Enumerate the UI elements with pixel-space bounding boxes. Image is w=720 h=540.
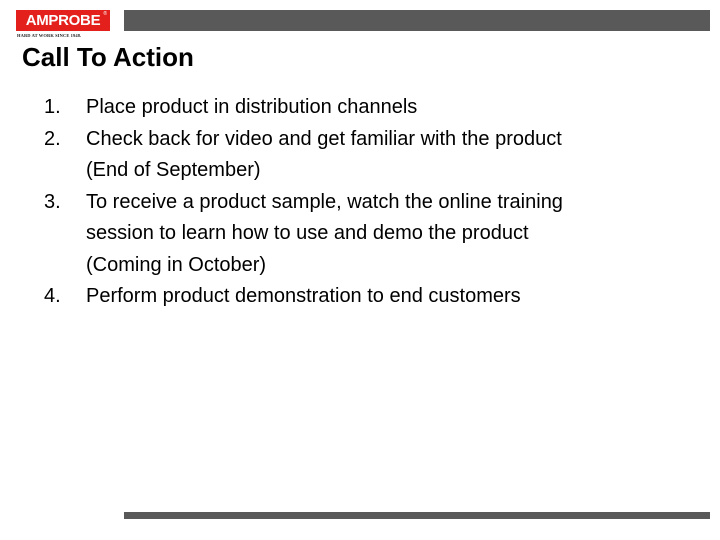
item-text: (End of September) [86,159,261,181]
list-item: 2. Check back for video and get familiar… [44,124,684,187]
item-number: 2. [44,127,61,150]
header-bar [124,10,710,31]
list-item: 1. Place product in distribution channel… [44,92,684,124]
list-item: 4. Perform product demonstration to end … [44,281,684,313]
footer-bar [124,512,710,519]
logo-tagline: HARD AT WORK SINCE 1948. [17,33,82,38]
registered-mark: ® [103,11,107,17]
logo-brand-text: AMPROBE [25,12,101,29]
item-number: 3. [44,190,61,213]
amprobe-logo: AMPROBE ® [16,10,110,31]
list-item: 3. To receive a product sample, watch th… [44,187,684,282]
item-text: (Coming in October) [86,253,267,276]
item-text: Perform product demonstration to end cus… [86,285,521,307]
action-list: 1. Place product in distribution channel… [44,92,684,313]
item-text: Place product in distribution channels [86,96,418,118]
item-text: Check back for video and get familiar wi… [86,127,562,150]
item-number: 1. [44,96,61,118]
slide-title: Call To Action [22,42,194,72]
item-text: To receive a product sample, watch the o… [86,190,563,213]
item-number: 4. [44,285,61,307]
item-text: session to learn how to use and demo the… [86,222,529,244]
